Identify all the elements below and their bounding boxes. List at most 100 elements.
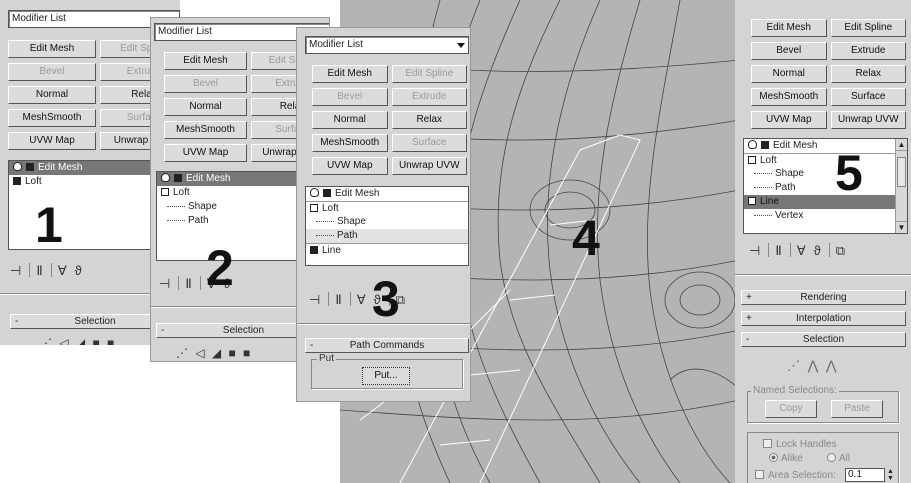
paste-button[interactable]: Paste bbox=[831, 400, 883, 418]
show-end-result-icon[interactable]: Ⅱ bbox=[36, 263, 44, 278]
relax-button[interactable]: Relax bbox=[830, 65, 906, 83]
lightbulb-icon[interactable] bbox=[161, 173, 170, 182]
chevron-down-icon[interactable]: ▼ bbox=[896, 221, 907, 233]
put-group-title: Put bbox=[317, 353, 337, 364]
uvw-map-button[interactable]: UVW Map bbox=[312, 157, 388, 175]
pin-stack-icon[interactable]: ⊣ bbox=[749, 243, 762, 258]
normal-button[interactable]: Normal bbox=[164, 98, 247, 116]
stack-item-path[interactable]: Path bbox=[744, 181, 907, 195]
relax-button[interactable]: Relax bbox=[391, 111, 467, 129]
normal-button[interactable]: Normal bbox=[751, 65, 827, 83]
copy-button[interactable]: Copy bbox=[765, 400, 817, 418]
edit-mesh-button[interactable]: Edit Mesh bbox=[164, 52, 247, 70]
make-unique-icon[interactable]: ∀ bbox=[357, 292, 368, 307]
edit-spline-button[interactable]: Edit Spline bbox=[830, 19, 906, 37]
uvw-map-button[interactable]: UVW Map bbox=[164, 144, 247, 162]
selection-rollout[interactable]: - Selection bbox=[741, 332, 906, 347]
put-button[interactable]: Put... bbox=[362, 367, 410, 385]
all-radio[interactable]: All bbox=[827, 453, 850, 464]
collapse-icon[interactable] bbox=[748, 197, 756, 205]
modifier-stack: Edit Mesh Loft Shape Path Line bbox=[305, 186, 469, 266]
area-selection-checkbox[interactable]: Area Selection: bbox=[755, 470, 836, 481]
stack-item-line[interactable]: Line bbox=[744, 195, 907, 209]
bevel-button[interactable]: Bevel bbox=[312, 88, 388, 106]
edit-mesh-button[interactable]: Edit Mesh bbox=[751, 19, 827, 37]
meshsmooth-button[interactable]: MeshSmooth bbox=[8, 109, 96, 127]
stack-item-edit-mesh[interactable]: Edit Mesh bbox=[744, 139, 907, 153]
radio-icon[interactable] bbox=[827, 453, 836, 462]
surface-button[interactable]: Surface bbox=[830, 88, 906, 106]
selection-level-icons: ⋰ ⋀ ⋀ bbox=[787, 358, 839, 373]
area-selection-spinner[interactable]: 0.1 bbox=[845, 468, 885, 482]
meshsmooth-button[interactable]: MeshSmooth bbox=[751, 88, 827, 106]
lightbulb-icon[interactable] bbox=[748, 140, 757, 149]
path-commands-rollout[interactable]: - Path Commands bbox=[305, 338, 469, 353]
stack-scrollbar[interactable]: ▲ ▼ bbox=[895, 139, 907, 233]
surface-button[interactable]: Surface bbox=[391, 134, 467, 152]
chevron-down-icon bbox=[457, 43, 465, 48]
expand-icon[interactable] bbox=[310, 246, 318, 254]
stack-item-shape[interactable]: Shape bbox=[744, 167, 907, 181]
expand-icon[interactable] bbox=[26, 163, 34, 171]
scroll-thumb[interactable] bbox=[897, 157, 906, 187]
unwrap-uvw-button[interactable]: Unwrap UVW bbox=[391, 157, 467, 175]
expand-icon[interactable] bbox=[13, 177, 21, 185]
edit-spline-button[interactable]: Edit Spline bbox=[391, 65, 467, 83]
collapse-icon[interactable] bbox=[310, 204, 318, 212]
remove-modifier-icon[interactable]: ϑ bbox=[814, 243, 823, 258]
normal-button[interactable]: Normal bbox=[312, 111, 388, 129]
stack-item-vertex[interactable]: Vertex bbox=[744, 209, 907, 223]
uvw-map-button[interactable]: UVW Map bbox=[751, 111, 827, 129]
radio-selected-icon[interactable] bbox=[769, 453, 778, 462]
selection-level-icons: ⋰ ◁ ◢ ■ ■ bbox=[40, 336, 117, 345]
checkbox-icon[interactable] bbox=[763, 439, 772, 448]
edit-mesh-button[interactable]: Edit Mesh bbox=[312, 65, 388, 83]
rendering-rollout[interactable]: + Rendering bbox=[741, 290, 906, 305]
unwrap-uvw-button[interactable]: Unwrap UVW bbox=[830, 111, 906, 129]
collapse-icon[interactable] bbox=[161, 188, 169, 196]
step-label-2: 2 bbox=[206, 240, 234, 296]
show-end-result-icon[interactable]: Ⅱ bbox=[185, 276, 193, 291]
stack-item-path[interactable]: Path bbox=[306, 229, 468, 243]
pin-stack-icon[interactable]: ⊣ bbox=[159, 276, 172, 291]
pin-stack-icon[interactable]: ⊣ bbox=[309, 292, 322, 307]
stack-item-line[interactable]: Line bbox=[306, 243, 468, 257]
bevel-button[interactable]: Bevel bbox=[164, 75, 247, 93]
uvw-map-button[interactable]: UVW Map bbox=[8, 132, 96, 150]
stack-item-loft[interactable]: Loft bbox=[306, 201, 468, 215]
interpolation-rollout[interactable]: + Interpolation bbox=[741, 311, 906, 326]
expand-icon[interactable] bbox=[174, 174, 182, 182]
meshsmooth-button[interactable]: MeshSmooth bbox=[164, 121, 247, 139]
modifier-list-dropdown[interactable]: Modifier List bbox=[305, 36, 469, 54]
modifier-panel-3: Modifier List Edit Mesh Edit Spline Beve… bbox=[296, 27, 471, 402]
normal-button[interactable]: Normal bbox=[8, 86, 96, 104]
bevel-button[interactable]: Bevel bbox=[8, 63, 96, 81]
edit-mesh-button[interactable]: Edit Mesh bbox=[8, 40, 96, 58]
bevel-button[interactable]: Bevel bbox=[751, 42, 827, 60]
stack-item-loft[interactable]: Loft bbox=[744, 153, 907, 167]
step-label-5: 5 bbox=[835, 145, 863, 201]
lightbulb-icon[interactable] bbox=[310, 188, 319, 197]
chevron-up-icon[interactable]: ▲ bbox=[896, 139, 907, 151]
collapse-icon[interactable] bbox=[748, 156, 756, 164]
make-unique-icon[interactable]: ∀ bbox=[797, 243, 808, 258]
expand-icon[interactable] bbox=[323, 189, 331, 197]
alike-radio[interactable]: Alike bbox=[769, 453, 803, 464]
lightbulb-icon[interactable] bbox=[13, 162, 22, 171]
expand-icon[interactable] bbox=[761, 141, 769, 149]
configure-sets-icon[interactable]: ⧉ bbox=[836, 243, 847, 258]
extrude-button[interactable]: Extrude bbox=[391, 88, 467, 106]
checkbox-icon[interactable] bbox=[755, 470, 764, 479]
show-end-result-icon[interactable]: Ⅱ bbox=[775, 243, 783, 258]
remove-modifier-icon[interactable]: ϑ bbox=[75, 263, 84, 278]
make-unique-icon[interactable]: ∀ bbox=[58, 263, 69, 278]
extrude-button[interactable]: Extrude bbox=[830, 42, 906, 60]
stack-item-edit-mesh[interactable]: Edit Mesh bbox=[306, 187, 468, 201]
pin-stack-icon[interactable]: ⊣ bbox=[10, 263, 23, 278]
meshsmooth-button[interactable]: MeshSmooth bbox=[312, 134, 388, 152]
show-end-result-icon[interactable]: Ⅱ bbox=[335, 292, 343, 307]
lock-handles-checkbox[interactable]: Lock Handles bbox=[763, 439, 837, 450]
modifier-panel-5: Edit Mesh Edit Spline Bevel Extrude Norm… bbox=[735, 0, 911, 483]
spinner-arrows-icon[interactable]: ▲ ▼ bbox=[887, 468, 894, 482]
stack-item-shape[interactable]: Shape bbox=[306, 215, 468, 229]
